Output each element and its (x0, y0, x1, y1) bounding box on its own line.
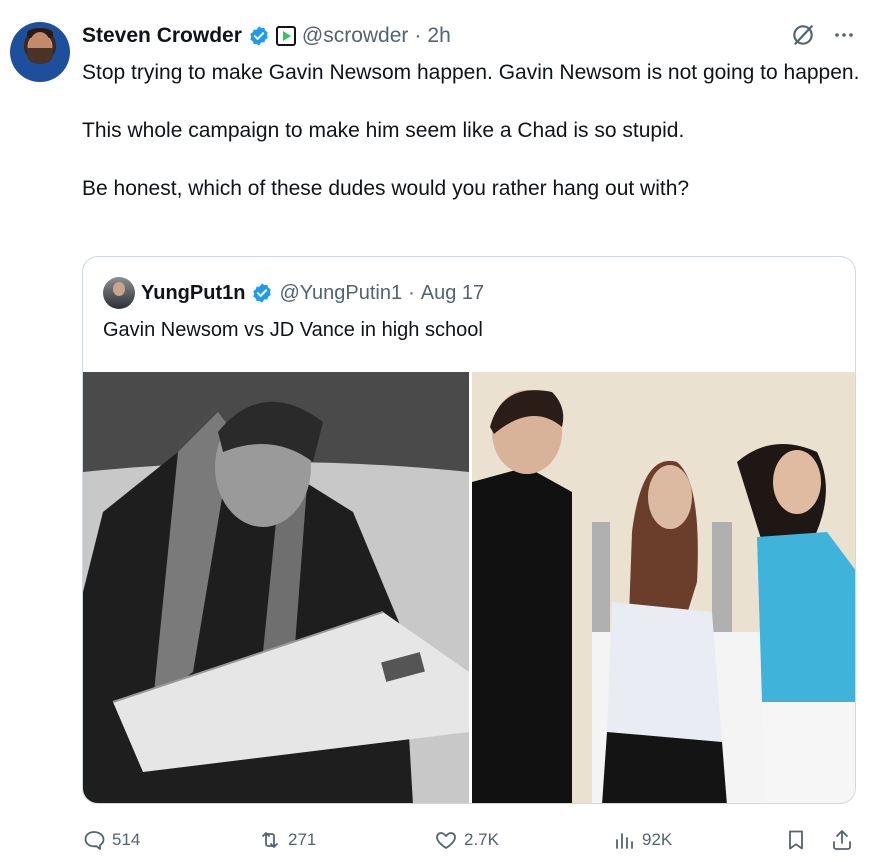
quoted-tweet[interactable]: YungPut1n @YungPutin1 · Aug 17 Gavin New… (82, 256, 856, 804)
repost-button[interactable]: 271 (258, 822, 316, 858)
bookmark-button[interactable] (784, 822, 808, 858)
like-count: 2.7K (464, 830, 499, 849)
quote-header: YungPut1n @YungPutin1 · Aug 17 (103, 277, 484, 309)
verified-icon (253, 283, 272, 303)
bookmark-icon (789, 830, 803, 850)
brand-badge-icon (275, 26, 296, 46)
views-button[interactable]: 92K (612, 822, 672, 858)
tweet-text: Stop trying to make Gavin Newsom happen.… (82, 61, 860, 200)
like-icon (436, 832, 456, 849)
grok-icon[interactable] (790, 22, 816, 48)
share-icon (833, 830, 851, 850)
tweet-actions: 514 271 2.7K 92K (82, 822, 862, 858)
repost-count: 271 (288, 830, 317, 849)
photo-vance (472, 372, 855, 803)
author-avatar[interactable] (10, 22, 70, 82)
repost-icon (262, 832, 278, 848)
quote-author-name[interactable]: YungPut1n (141, 282, 245, 305)
views-icon (616, 833, 633, 849)
quote-time[interactable]: Aug 17 (421, 282, 484, 305)
author-handle[interactable]: @scrowder (302, 24, 409, 48)
quote-author-handle[interactable]: @YungPutin1 (279, 282, 402, 305)
more-icon[interactable] (832, 23, 856, 47)
quote-image-right[interactable] (472, 372, 855, 803)
tweet-time[interactable]: 2h (427, 24, 450, 48)
quote-text: Gavin Newsom vs JD Vance in high school (103, 319, 483, 341)
reply-icon (84, 831, 105, 850)
verified-icon (250, 26, 268, 46)
top-actions (790, 22, 856, 48)
share-button[interactable] (830, 822, 854, 858)
quote-image-left[interactable] (83, 372, 469, 803)
like-button[interactable]: 2.7K (434, 822, 499, 858)
reply-count: 514 (112, 830, 141, 849)
photo-newsom (83, 372, 469, 803)
tweet-header: Steven Crowder @scrowder · 2h (82, 24, 451, 48)
reply-button[interactable]: 514 (82, 822, 140, 858)
view-count: 92K (642, 830, 673, 849)
author-name[interactable]: Steven Crowder (82, 24, 242, 48)
quote-avatar[interactable] (103, 277, 135, 309)
